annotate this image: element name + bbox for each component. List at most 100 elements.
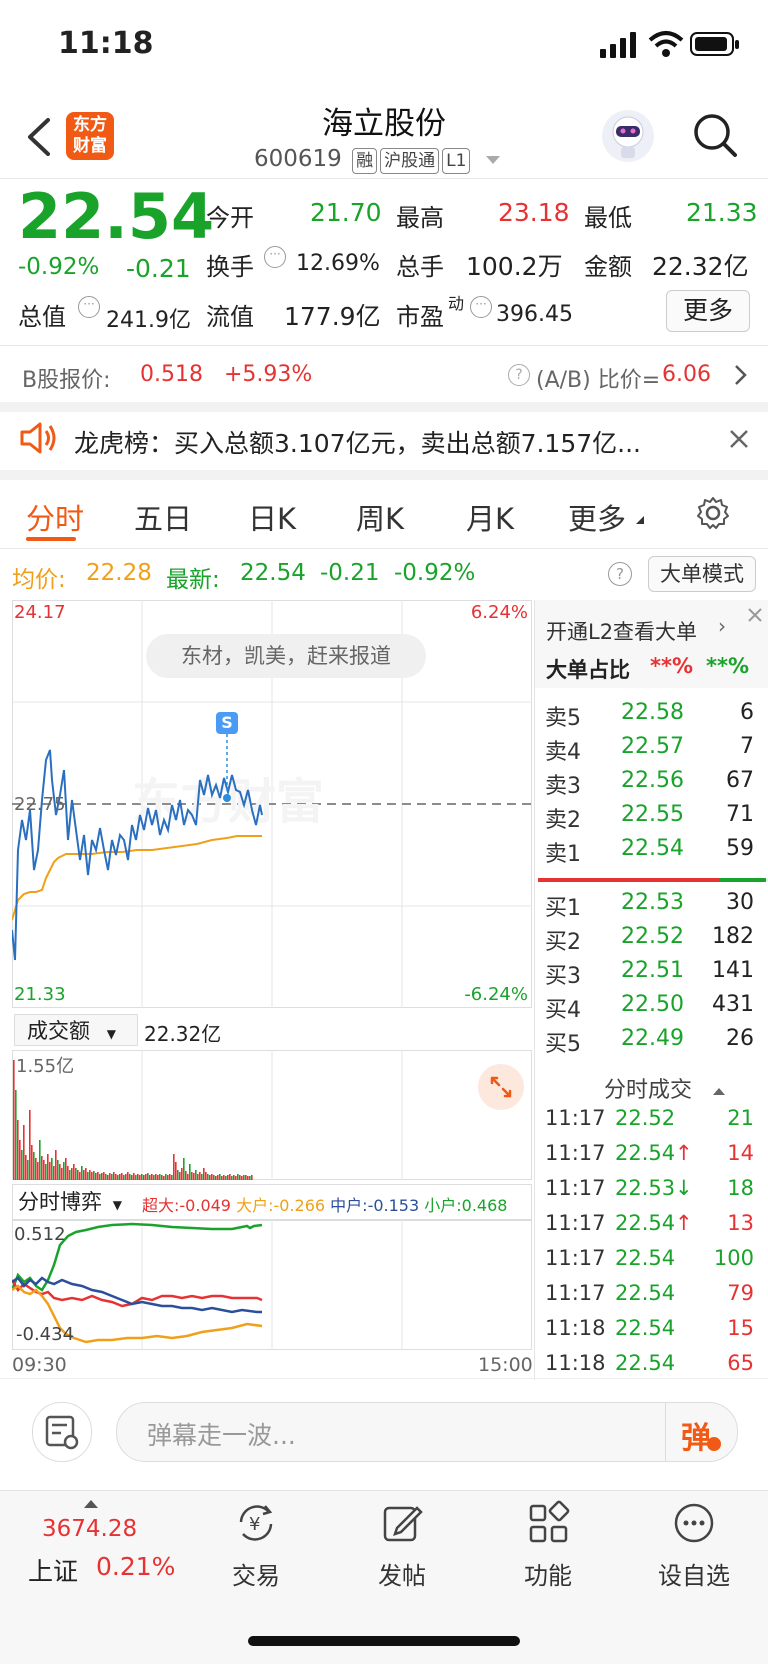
bid-row[interactable]: 买1 22.53 30 xyxy=(545,890,760,924)
ticks-title: 分时成交 xyxy=(604,1072,726,1104)
tab-daily-k[interactable]: 日K xyxy=(248,496,296,538)
tab-monthly-k[interactable]: 月K xyxy=(466,496,514,538)
y-axis-max-percent: 6.24% xyxy=(470,602,528,623)
y-axis-prev-close: 22.75 xyxy=(14,794,66,815)
small-value: 0.468 xyxy=(461,1196,508,1215)
volume-bar xyxy=(189,1164,191,1180)
robot-avatar[interactable] xyxy=(602,110,654,162)
index-ticker[interactable]: 3674.28 上证 0.21% xyxy=(28,1500,178,1600)
danmu-input[interactable]: 弹幕走一波... 弹 xyxy=(116,1402,738,1462)
info-icon[interactable]: ··· xyxy=(264,246,286,268)
volume-bar xyxy=(129,1174,131,1180)
b-share-price: 0.518 xyxy=(140,362,203,387)
nav-add-watchlist[interactable]: 设自选 xyxy=(634,1500,754,1591)
divider xyxy=(0,1378,768,1379)
more-button[interactable]: 更多 xyxy=(666,290,750,332)
l2-promo[interactable]: 开通L2查看大单 › 大单占比 **% **% xyxy=(534,600,768,688)
flow-chart[interactable]: 0.512 -0.434 xyxy=(10,1220,532,1350)
bid-row[interactable]: 买4 22.50 431 xyxy=(545,992,760,1026)
tab-more[interactable]: 更多 xyxy=(568,496,626,538)
volume-chart[interactable]: 1.55亿 xyxy=(12,1050,532,1180)
flow-selector[interactable]: 分时博弈 ▼ xyxy=(14,1186,132,1218)
nav-functions[interactable]: 功能 xyxy=(488,1500,608,1591)
l2-link[interactable]: 开通L2查看大单 xyxy=(546,616,697,646)
ask-row[interactable]: 卖3 22.56 67 xyxy=(545,768,760,802)
large-order-mode-button[interactable]: 大单模式 xyxy=(648,556,756,592)
ask-row[interactable]: 卖1 22.54 59 xyxy=(545,836,760,870)
tab-intraday[interactable]: 分时 xyxy=(26,496,84,538)
tick-row[interactable]: 11:17 22.54 79 xyxy=(545,1281,760,1315)
tick-row[interactable]: 11:17 22.54 ↑ 14 xyxy=(545,1141,760,1175)
battery-icon xyxy=(690,32,739,56)
close-icon[interactable] xyxy=(744,604,766,626)
close-icon[interactable] xyxy=(728,428,750,450)
volume-bar xyxy=(127,1172,129,1180)
index-value: 3674.28 xyxy=(42,1516,138,1542)
volume-bar xyxy=(229,1174,231,1180)
tick-row[interactable]: 11:17 22.54 ↑ 13 xyxy=(545,1211,760,1245)
volume-bar xyxy=(19,1140,21,1180)
ask-row[interactable]: 卖4 22.57 7 xyxy=(545,734,760,768)
comment-settings-button[interactable] xyxy=(32,1402,92,1462)
volume-bar xyxy=(185,1171,187,1180)
tick-time: 11:17 xyxy=(545,1246,606,1270)
volume-selector[interactable]: 成交额 ▼ xyxy=(14,1014,138,1046)
order-balance-bar-buy xyxy=(720,878,766,882)
volume-bar xyxy=(13,1060,15,1180)
divider xyxy=(665,1403,666,1461)
bid-row[interactable]: 买3 22.51 141 xyxy=(545,958,760,992)
status-time: 11:18 xyxy=(58,26,154,61)
volume-bar xyxy=(45,1164,47,1180)
volume-bar xyxy=(79,1172,81,1180)
help-icon[interactable]: ? xyxy=(608,562,632,586)
volume-bar xyxy=(237,1174,239,1180)
chevron-right-icon[interactable] xyxy=(734,364,748,386)
open-value: 21.70 xyxy=(310,198,382,227)
tab-weekly-k[interactable]: 周K xyxy=(356,496,404,538)
change-amount: -0.21 xyxy=(126,254,191,283)
volume-bar xyxy=(243,1175,245,1180)
home-indicator xyxy=(248,1636,520,1646)
tab-five-day[interactable]: 五日 xyxy=(134,496,192,538)
tick-row[interactable]: 11:17 22.54 100 xyxy=(545,1246,760,1280)
help-icon[interactable]: ? xyxy=(508,364,530,386)
dropdown-caret-icon[interactable] xyxy=(485,155,500,164)
news-bubble[interactable]: 东材，凯美，赶来报道 xyxy=(146,634,426,678)
ask-price: 22.56 xyxy=(621,768,684,793)
volume-bar xyxy=(59,1164,61,1180)
tick-row[interactable]: 11:17 22.53 ↓ 18 xyxy=(545,1176,760,1210)
large-order-ratio-green: **% xyxy=(706,654,750,678)
danmu-send-button[interactable]: 弹 xyxy=(681,1413,711,1457)
info-icon[interactable]: ··· xyxy=(78,296,100,318)
ask-row[interactable]: 卖2 22.55 71 xyxy=(545,802,760,836)
ask-price: 22.58 xyxy=(621,700,684,725)
settings-gear-icon[interactable] xyxy=(696,496,730,530)
event-marker-s[interactable]: S xyxy=(216,712,238,734)
volume-bar xyxy=(35,1158,37,1180)
tick-row[interactable]: 11:17 22.52 21 xyxy=(545,1106,760,1140)
tick-row[interactable]: 11:18 22.54 65 xyxy=(545,1351,760,1385)
ask-price: 22.55 xyxy=(621,802,684,827)
tick-price: 22.54 xyxy=(615,1351,676,1375)
ask-row[interactable]: 卖5 22.58 6 xyxy=(545,700,760,734)
volume-bar xyxy=(187,1174,189,1180)
expand-button[interactable] xyxy=(478,1064,524,1110)
volume-bar xyxy=(137,1174,139,1180)
volume-bar xyxy=(89,1170,91,1180)
tick-price: 22.53 xyxy=(615,1176,676,1200)
price-chart[interactable]: 东方财富 S 东材，凯美，赶来报道 24.17 6.24% 22.75 21.3… xyxy=(11,600,532,1008)
trade-icon: ¥ xyxy=(239,1505,273,1541)
nav-post[interactable]: 发帖 xyxy=(342,1500,462,1591)
tick-row[interactable]: 11:18 22.54 15 xyxy=(545,1316,760,1350)
cellular-signal-icon xyxy=(600,32,636,58)
tick-time: 11:17 xyxy=(545,1141,606,1165)
bid-row[interactable]: 买2 22.52 182 xyxy=(545,924,760,958)
volume-bar xyxy=(175,1162,177,1180)
volume-selector-label: 成交额 xyxy=(27,1019,90,1043)
nav-trade[interactable]: ¥ 交易 xyxy=(196,1500,316,1591)
bid-row[interactable]: 买5 22.49 26 xyxy=(545,1026,760,1060)
info-icon[interactable]: ··· xyxy=(470,296,492,318)
collapse-caret-icon[interactable] xyxy=(713,1087,726,1095)
ask-level: 卖5 xyxy=(545,706,581,731)
search-icon[interactable] xyxy=(692,112,738,158)
